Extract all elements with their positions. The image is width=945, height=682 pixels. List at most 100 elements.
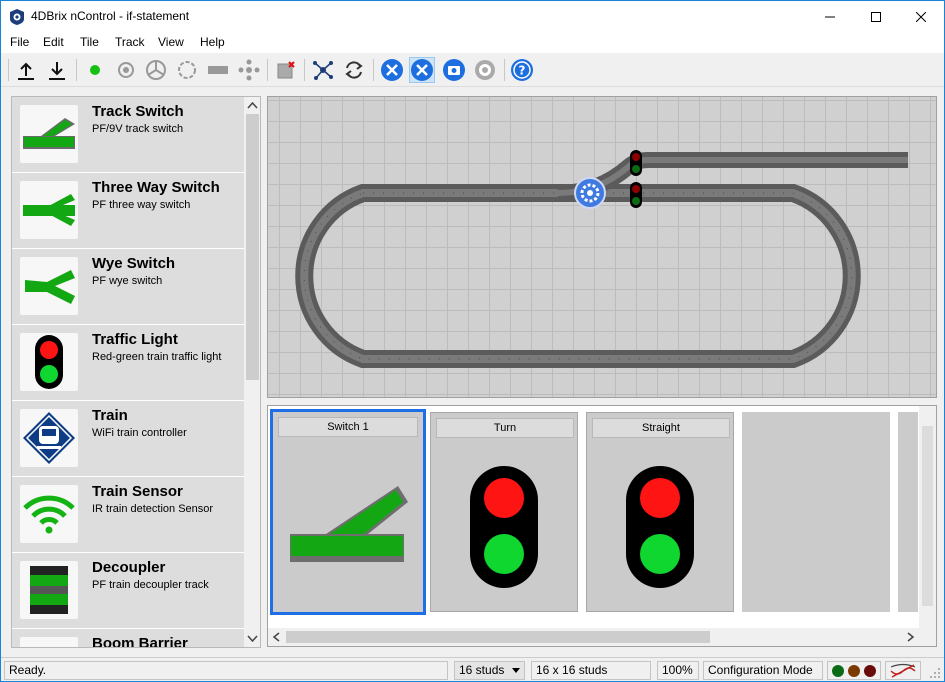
maximize-button[interactable] (853, 1, 899, 32)
palette-item-train[interactable]: Train WiFi train controller (12, 401, 244, 477)
scroll-down-icon[interactable] (244, 630, 261, 647)
tile-label: Switch 1 (278, 417, 418, 437)
decoupler-icon (208, 66, 228, 74)
toolbar-grip (8, 59, 9, 81)
status-lights (827, 661, 881, 680)
palette-item-title: Train (92, 407, 128, 424)
palette-item-subtitle: PF wye switch (92, 275, 163, 287)
menu-view[interactable]: View (158, 35, 184, 49)
track-layout-canvas[interactable] (267, 96, 937, 398)
connect-button[interactable] (82, 57, 108, 83)
train-icon (23, 412, 75, 464)
oval-track (295, 184, 861, 368)
palette-item-decoupler[interactable]: Decoupler PF train decoupler track (12, 553, 244, 629)
scroll-left-icon[interactable] (268, 628, 285, 646)
network-icon (313, 61, 333, 80)
settings-icon (475, 60, 495, 80)
track-switch-icon (23, 118, 75, 149)
palette-item-title: Boom Barrier (92, 635, 188, 648)
circle-track-button[interactable] (174, 57, 200, 83)
palette-item-boom-barrier[interactable]: Boom Barrier (12, 629, 244, 648)
control-tile-straight-signal[interactable]: Straight (586, 412, 734, 612)
window-title: 4DBrix nControl - if-statement (31, 9, 190, 23)
toolbar-separator (373, 59, 374, 81)
upload-button[interactable] (13, 57, 39, 83)
refresh-button[interactable] (341, 57, 367, 83)
menu-edit[interactable]: Edit (43, 35, 64, 49)
svg-text:?: ? (519, 64, 526, 78)
palette-item-train-sensor[interactable]: Train Sensor IR train detection Sensor (12, 477, 244, 553)
grid-size-select[interactable]: 16 studs (454, 661, 525, 680)
download-icon (49, 62, 65, 80)
toolbar: ? (1, 53, 944, 87)
decoupler-track-icon (30, 566, 68, 614)
delete-tile-button[interactable] (273, 57, 299, 83)
control-tile-switch[interactable]: Switch 1 (270, 409, 426, 615)
grid-dimensions: 16 x 16 studs (531, 661, 651, 680)
chevron-down-icon (512, 668, 520, 673)
maximize-icon (871, 11, 881, 22)
signal-straight (630, 182, 642, 208)
empty-tile-slot[interactable] (898, 412, 918, 612)
close-button[interactable] (898, 1, 944, 32)
palette-item-subtitle: IR train detection Sensor (92, 503, 214, 515)
camera-button[interactable] (441, 57, 467, 83)
control-tiles-panel: Switch 1 Turn Straight (267, 405, 937, 647)
menu-track[interactable]: Track (115, 35, 145, 49)
config-mode-button[interactable] (409, 57, 435, 83)
tiles-horizontal-scroll-thumb[interactable] (286, 631, 710, 643)
minimize-icon (825, 16, 835, 17)
switch-gear-icon[interactable] (574, 177, 606, 209)
app-window: 4DBrix nControl - if-statement File Edit… (0, 0, 945, 682)
help-button[interactable]: ? (509, 57, 535, 83)
no-connection-icon (890, 663, 916, 678)
status-lights-icon (832, 665, 876, 677)
track-layout (295, 150, 908, 368)
palette-item-title: Three Way Switch (92, 179, 220, 196)
move-button[interactable] (236, 57, 262, 83)
tiles-vertical-scrollbar[interactable] (919, 406, 936, 628)
menu-help[interactable]: Help (200, 35, 225, 49)
tile-label: Straight (592, 418, 730, 438)
traffic-light-icon (470, 466, 538, 588)
traffic-light-icon (35, 335, 63, 389)
scroll-right-icon[interactable] (902, 628, 919, 646)
palette-item-traffic-light[interactable]: Traffic Light Red-green train traffic li… (12, 325, 244, 401)
circle-track-icon (178, 61, 196, 79)
palette-item-three-way-switch[interactable]: Three Way Switch PF three way switch (12, 173, 244, 249)
camera-icon (443, 59, 465, 81)
turntable-icon (146, 60, 166, 80)
status-message: Ready. (4, 661, 448, 680)
close-icon (916, 11, 926, 22)
palette-item-wye-switch[interactable]: Wye Switch PF wye switch (12, 249, 244, 325)
delete-tile-icon (277, 61, 295, 79)
menu-bar: File Edit Tile Track View Help (1, 32, 944, 53)
menu-file[interactable]: File (10, 35, 29, 49)
turntable-button[interactable] (143, 57, 169, 83)
wifi-sensor-icon (23, 495, 75, 534)
empty-tile-slot[interactable] (742, 412, 890, 612)
run-mode-button[interactable] (379, 57, 405, 83)
decoupler-tool-button[interactable] (205, 57, 231, 83)
menu-tile[interactable]: Tile (80, 35, 99, 49)
palette-item-subtitle: PF train decoupler track (92, 579, 209, 591)
tiles-horizontal-scrollbar[interactable] (268, 628, 936, 646)
palette-scrollbar-thumb[interactable] (246, 114, 259, 380)
sensor-button[interactable] (113, 57, 139, 83)
zoom-level: 100% (657, 661, 699, 680)
control-tile-turn-signal[interactable]: Turn (430, 412, 578, 612)
minimize-button[interactable] (807, 1, 853, 32)
title-bar: 4DBrix nControl - if-statement (1, 1, 944, 32)
network-button[interactable] (310, 57, 336, 83)
palette-item-track-switch[interactable]: Track Switch PF/9V track switch (12, 97, 244, 173)
scroll-up-icon[interactable] (244, 97, 261, 114)
download-button[interactable] (44, 57, 70, 83)
resize-grip-icon[interactable] (929, 667, 941, 679)
help-icon: ? (511, 59, 533, 81)
palette-scrollbar[interactable] (244, 97, 261, 647)
upload-icon (18, 62, 34, 80)
mode-indicator: Configuration Mode (703, 661, 823, 680)
connection-status (885, 661, 921, 680)
tiles-vertical-scroll-thumb[interactable] (922, 426, 933, 606)
settings-button[interactable] (472, 57, 498, 83)
